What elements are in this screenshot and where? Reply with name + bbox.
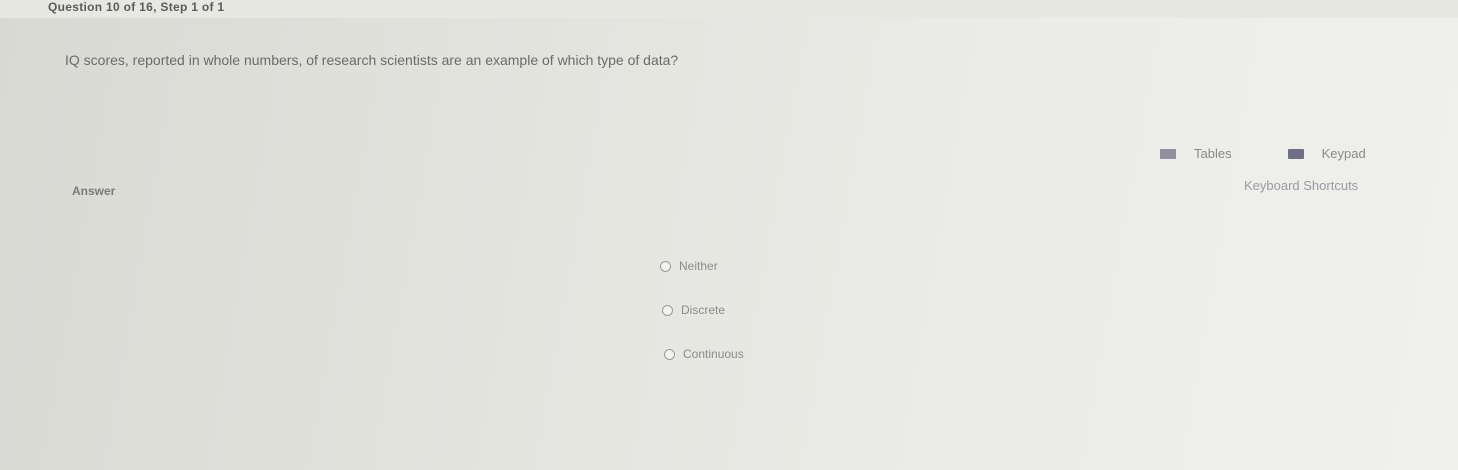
tools-bar: Tables Keypad xyxy=(1160,146,1366,161)
tables-label: Tables xyxy=(1194,146,1232,161)
choice-label: Discrete xyxy=(681,303,726,317)
table-icon xyxy=(1160,148,1176,159)
question-text: IQ scores, reported in whole numbers, of… xyxy=(65,52,679,68)
choice-neither[interactable]: Neither xyxy=(660,258,744,274)
choice-continuous[interactable]: Continuous xyxy=(664,346,744,362)
keypad-button[interactable]: Keypad xyxy=(1287,146,1366,161)
answer-label: Answer xyxy=(72,184,116,198)
radio-button[interactable] xyxy=(662,304,673,316)
choice-label: Neither xyxy=(679,259,718,273)
keyboard-shortcuts-link[interactable]: Keyboard Shortcuts xyxy=(1244,178,1358,193)
keypad-icon xyxy=(1287,148,1304,159)
question-counter: Question 10 of 16, Step 1 of 1 xyxy=(48,0,225,14)
radio-button[interactable] xyxy=(660,260,671,272)
keypad-label: Keypad xyxy=(1321,146,1366,161)
answer-choices: Neither Discrete Continuous xyxy=(660,258,744,390)
choice-label: Continuous xyxy=(683,347,744,361)
choice-discrete[interactable]: Discrete xyxy=(662,302,744,318)
radio-button[interactable] xyxy=(664,348,675,360)
tables-button[interactable]: Tables xyxy=(1160,146,1232,161)
